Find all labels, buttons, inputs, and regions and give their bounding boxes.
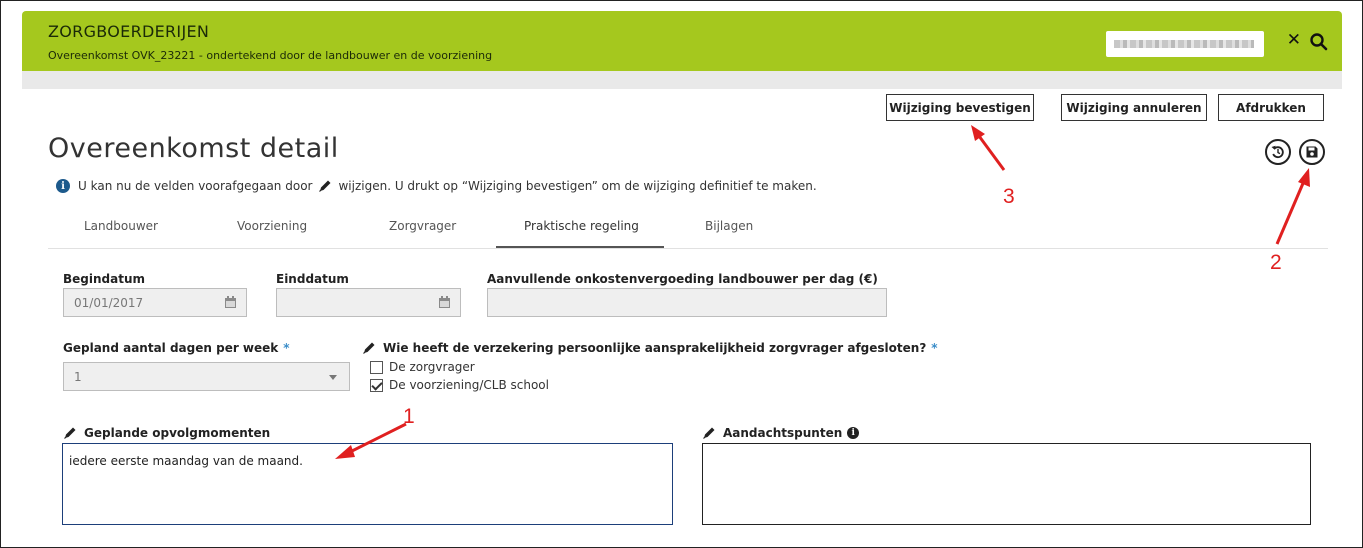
option-zorgvrager-label: De zorgvrager <box>389 360 475 374</box>
dagen-label-text: Gepland aantal dagen per week <box>63 341 279 355</box>
dagen-value: 1 <box>74 370 82 384</box>
annotation-number-1: 1 <box>403 405 415 428</box>
verzekering-label-text: Wie heeft de verzekering persoonlijke aa… <box>383 341 927 355</box>
aandacht-label-text: Aandachtspunten <box>723 426 843 440</box>
confirm-change-button[interactable]: Wijziging bevestigen <box>886 94 1034 121</box>
begindatum-value: 01/01/2017 <box>74 296 144 310</box>
tab-landbouwer[interactable]: Landbouwer <box>84 219 158 233</box>
option-voorziening[interactable]: De voorziening/CLB school <box>370 378 549 392</box>
edit-info-message: i U kan nu de velden voorafgegaan door w… <box>56 179 817 193</box>
cancel-change-button[interactable]: Wijziging annuleren <box>1061 94 1207 121</box>
opvolg-textarea[interactable]: iedere eerste maandag van de maand. <box>62 443 673 525</box>
save-button[interactable] <box>1299 139 1325 165</box>
annotation-number-2: 2 <box>1270 251 1282 274</box>
close-icon[interactable]: ✕ <box>1287 30 1301 50</box>
dagen-label: Gepland aantal dagen per week * <box>63 341 290 355</box>
tab-voorziening[interactable]: Voorziening <box>237 219 307 233</box>
begindatum-label: Begindatum <box>63 272 146 286</box>
onkosten-field[interactable] <box>487 288 887 317</box>
option-zorgvrager[interactable]: De zorgvrager <box>370 360 475 374</box>
app-title: ZORGBOERDERIJEN <box>48 22 210 41</box>
tab-praktische-regeling[interactable]: Praktische regeling <box>524 219 639 233</box>
pencil-icon <box>64 427 76 439</box>
opvolg-label-text: Geplande opvolgmomenten <box>84 426 271 440</box>
required-marker: * <box>283 341 290 355</box>
info-icon: i <box>56 179 70 193</box>
annotation-number-3: 3 <box>1003 185 1015 208</box>
calendar-icon[interactable] <box>439 296 450 308</box>
checkbox-zorgvrager[interactable] <box>370 360 383 374</box>
save-icon <box>1306 146 1318 158</box>
aandacht-label: Aandachtspunten i <box>702 426 860 440</box>
print-button[interactable]: Afdrukken <box>1218 94 1324 121</box>
opvolg-label: Geplande opvolgmomenten <box>63 426 270 440</box>
pencil-icon <box>363 342 375 354</box>
search-icon[interactable] <box>1309 32 1329 52</box>
app-frame: ZORGBOERDERIJEN Overeenkomst OVK_23221 -… <box>0 0 1363 548</box>
dagen-select[interactable]: 1 <box>63 362 350 391</box>
agreement-subtitle: Overeenkomst OVK_23221 - ondertekend doo… <box>48 49 493 62</box>
tab-bijlagen[interactable]: Bijlagen <box>705 219 753 233</box>
pencil-icon <box>319 180 331 192</box>
page-title: Overeenkomst detail <box>48 133 339 164</box>
aandacht-textarea[interactable] <box>702 443 1311 525</box>
app-header: ZORGBOERDERIJEN Overeenkomst OVK_23221 -… <box>22 11 1342 71</box>
info-text-before: U kan nu de velden voorafgegaan door <box>78 179 313 193</box>
calendar-icon[interactable] <box>225 296 236 308</box>
einddatum-field[interactable] <box>276 288 461 317</box>
info-text-after: wijzigen. U drukt op “Wijziging bevestig… <box>338 179 817 193</box>
checkbox-voorziening[interactable] <box>370 378 383 392</box>
tab-zorgvrager[interactable]: Zorgvrager <box>389 219 456 233</box>
active-tab-indicator <box>496 246 664 248</box>
undo-button[interactable] <box>1265 139 1291 165</box>
einddatum-label: Einddatum <box>276 272 349 286</box>
search-input[interactable] <box>1106 31 1264 57</box>
header-shadow-strip <box>22 71 1342 89</box>
undo-icon <box>1271 145 1284 159</box>
option-voorziening-label: De voorziening/CLB school <box>389 378 549 392</box>
begindatum-field[interactable]: 01/01/2017 <box>63 288 247 317</box>
required-marker: * <box>931 341 938 355</box>
opvolg-value: iedere eerste maandag van de maand. <box>69 454 303 468</box>
search-blurred-value <box>1114 40 1254 48</box>
chevron-down-icon <box>329 375 337 380</box>
detail-tabs: Landbouwer Voorziening Zorgvrager Prakti… <box>48 209 1328 249</box>
onkosten-label: Aanvullende onkostenvergoeding landbouwe… <box>487 272 878 286</box>
verzekering-label: Wie heeft de verzekering persoonlijke aa… <box>362 341 938 355</box>
pencil-icon <box>703 427 715 439</box>
info-icon[interactable]: i <box>847 427 860 439</box>
